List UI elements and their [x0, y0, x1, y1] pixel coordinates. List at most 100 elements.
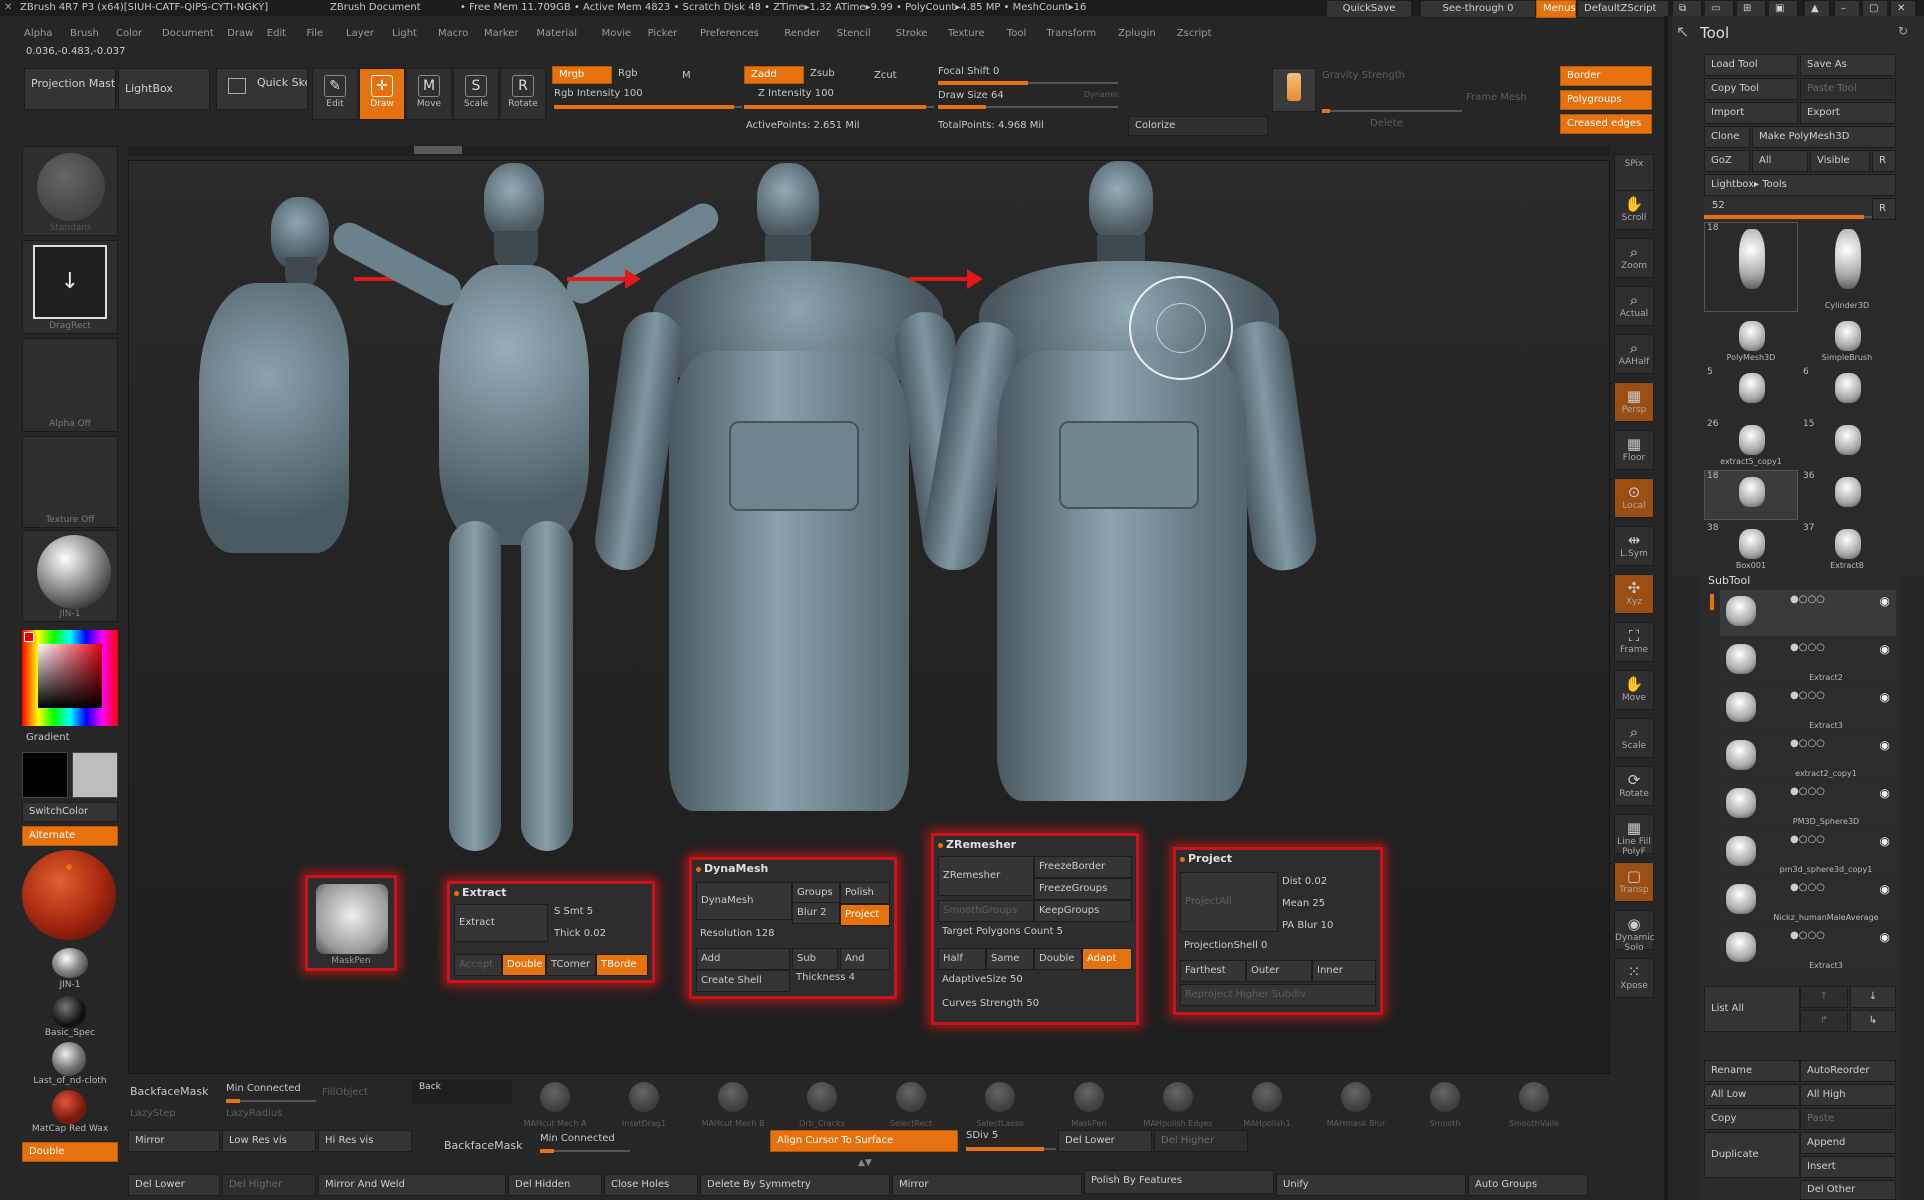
curves-strength-slider[interactable]: Curves Strength 50 [938, 994, 1132, 1014]
move-down-button[interactable]: ↓ [1850, 986, 1896, 1008]
subtool-toggle-icon[interactable]: ●○○○ [1790, 834, 1825, 845]
brush-slot[interactable]: MAHpolish1 [1224, 1078, 1310, 1128]
goz-button[interactable]: GoZ [1704, 150, 1750, 172]
dist-slider[interactable]: Dist 0.02 [1278, 872, 1376, 892]
all-goz-button[interactable]: All [1752, 150, 1808, 172]
menu-texture[interactable]: Texture [948, 24, 985, 44]
zadd-button[interactable]: Zadd [744, 66, 804, 84]
material-jin1-icon[interactable] [52, 948, 88, 978]
subtool-item[interactable]: ◉ ●○○○ [1720, 590, 1896, 636]
mirror-and-weld-button[interactable]: Mirror And Weld [318, 1174, 506, 1196]
lightbox-button[interactable]: LightBox [118, 68, 210, 110]
move-button[interactable]: M Move [406, 68, 452, 120]
backfacemask2-label[interactable]: BackfaceMask [444, 1139, 522, 1152]
mrgb-button[interactable]: Mrgb [552, 66, 612, 84]
subtool-header[interactable]: SubTool [1708, 574, 1750, 587]
tool-thumbnail[interactable]: 38 Box001 [1704, 522, 1798, 572]
red-material-sphere[interactable] [22, 850, 116, 940]
maskpen-brush-icon[interactable] [316, 884, 388, 954]
rgb-intensity-track[interactable] [554, 105, 742, 109]
move-up-button[interactable]: ↑ [1800, 986, 1848, 1008]
main-color-swatch[interactable] [22, 752, 68, 798]
gravity-strength-track[interactable] [1322, 109, 1462, 113]
frame-mesh-button[interactable]: Frame Mesh [1466, 92, 1527, 103]
brush-slot[interactable]: SmoothValle [1491, 1078, 1577, 1128]
tool-thumbnail[interactable]: PolyMesh3D [1704, 314, 1798, 364]
clone-button[interactable]: Clone [1704, 126, 1750, 148]
projection-shell-slider[interactable]: ProjectionShell 0 [1180, 936, 1376, 956]
tool-thumbnail[interactable]: 15 [1800, 418, 1894, 468]
polish-by-features-button[interactable]: Polish By Features [1084, 1170, 1274, 1194]
creased-edges-toggle[interactable]: Creased edges [1560, 114, 1652, 134]
visibility-eye-icon[interactable]: ◉ [1880, 882, 1890, 896]
tool-thumbnail[interactable]: 6 [1800, 366, 1894, 416]
m-button[interactable]: M [682, 70, 691, 81]
draw-size-track[interactable] [938, 105, 1118, 109]
fillobject-button[interactable]: FillObject [322, 1087, 368, 1098]
menu-document[interactable]: Document [162, 24, 214, 44]
thick-slider[interactable]: Thick 0.02 [550, 924, 648, 944]
menu-color[interactable]: Color [116, 24, 142, 44]
shelf-local-button[interactable]: ⊙ Local [1614, 478, 1654, 518]
copy-tool-button[interactable]: Copy Tool [1704, 78, 1798, 100]
menu-brush[interactable]: Brush [70, 24, 99, 44]
menu-stroke[interactable]: Stroke [896, 24, 928, 44]
sub-button[interactable]: Sub [792, 948, 838, 970]
mean-slider[interactable]: Mean 25 [1278, 894, 1376, 914]
tool-thumbnail[interactable]: 18 [1704, 222, 1798, 312]
color-picker-square[interactable] [38, 644, 102, 708]
menus-toggle[interactable]: Menus [1536, 0, 1576, 18]
accept-button[interactable]: Accept [454, 954, 502, 976]
import-button[interactable]: Import [1704, 102, 1798, 124]
shelf-dynamic-solo-button[interactable]: ◉ Dynamic Solo [1614, 910, 1655, 953]
tcorner-toggle[interactable]: TCorner [546, 954, 596, 976]
menu-preferences[interactable]: Preferences [700, 24, 759, 44]
menu-file[interactable]: File [306, 24, 323, 44]
same-toggle[interactable]: Same [986, 948, 1034, 970]
subtool-toggle-icon[interactable]: ●○○○ [1790, 642, 1825, 653]
z-intensity-track[interactable] [744, 105, 934, 109]
brush-slot[interactable]: Orb_Cracks [779, 1078, 865, 1128]
double-extract-toggle[interactable]: Double [502, 954, 546, 976]
zremesher-button[interactable]: ZRemesher [938, 856, 1034, 896]
dynamic-toggle[interactable]: Dynamic [1084, 90, 1119, 99]
lightbox-tools-button[interactable]: Lightbox▸ Tools [1704, 174, 1896, 196]
groups-toggle[interactable]: Groups [792, 882, 840, 904]
adapt-toggle[interactable]: Adapt [1082, 948, 1132, 970]
menu-transform[interactable]: Transform [1046, 24, 1096, 44]
close-holes-button[interactable]: Close Holes [604, 1174, 698, 1196]
menu-stencil[interactable]: Stencil [837, 24, 871, 44]
reproject-higher-button[interactable]: Reproject Higher Subdiv [1180, 984, 1376, 1006]
add-button[interactable]: Add [696, 948, 790, 970]
subtool-item[interactable]: ◉ ●○○○ Extract2 [1720, 638, 1896, 684]
project-toggle[interactable]: Project [840, 904, 890, 926]
draw-size-slider[interactable]: Draw Size 64 [938, 90, 1004, 101]
menu-movie[interactable]: Movie [602, 24, 632, 44]
back-button[interactable]: Back [412, 1080, 512, 1104]
shelf-spix-button[interactable]: SPix [1614, 154, 1654, 194]
brush-slot[interactable]: MAHcut Mech A [512, 1078, 598, 1128]
shelf-expand-icon[interactable]: ▲▼ [858, 1158, 872, 1168]
tool-thumbnail[interactable]: 26 extract5_copy1 [1704, 418, 1798, 468]
tool-thumbnail[interactable]: 37 Extract8 [1800, 522, 1894, 572]
and-button[interactable]: And [840, 948, 890, 970]
blur-slider[interactable]: Blur 2 [792, 902, 840, 924]
shelf-line-fill-polyf-button[interactable]: ▦ Line Fill PolyF [1614, 814, 1654, 857]
menu-zplugin[interactable]: Zplugin [1118, 24, 1156, 44]
menu-draw[interactable]: Draw [227, 24, 253, 44]
see-through-slider[interactable]: See-through 0 [1420, 0, 1536, 18]
pa-blur-slider[interactable]: PA Blur 10 [1278, 916, 1376, 936]
mirror2-button[interactable]: Mirror [892, 1174, 1082, 1196]
brush-slot[interactable]: SelectRect [868, 1078, 954, 1128]
tool-thumbnail[interactable]: SimpleBrush [1800, 314, 1894, 364]
menu-render[interactable]: Render [784, 24, 820, 44]
lazyradius-label[interactable]: LazyRadius [226, 1108, 282, 1119]
zsub-button[interactable]: Zsub [810, 68, 835, 79]
shelf-persp-button[interactable]: ▦ Persp [1614, 382, 1654, 422]
dynamesh-button[interactable]: DynaMesh [696, 882, 792, 920]
subtool-item[interactable]: ◉ ●○○○ extract2_copy1 [1720, 734, 1896, 780]
double-left-toggle[interactable]: Double [22, 1142, 118, 1162]
cloth-material-icon[interactable] [52, 1042, 86, 1076]
tool-header[interactable]: Tool [1700, 24, 1729, 42]
draw-button[interactable]: ✛ Draw [359, 68, 405, 120]
